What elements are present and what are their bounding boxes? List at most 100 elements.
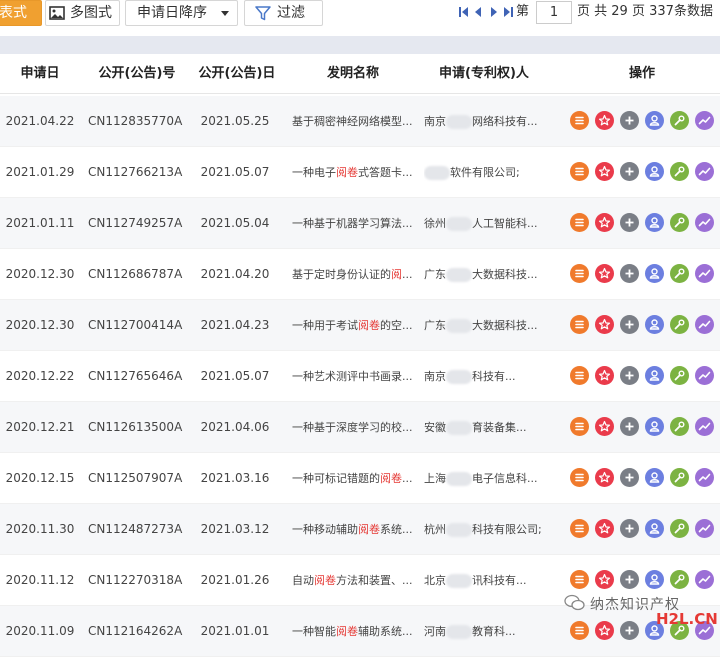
applicant[interactable]: 北京 讯科技有... [424,555,542,606]
applicant[interactable]: 软件有限公司; [424,147,542,198]
user-button[interactable] [645,264,664,283]
trend-button[interactable] [695,519,714,538]
list-button[interactable] [570,417,589,436]
list-button[interactable] [570,111,589,130]
page-number-input[interactable]: 1 [536,1,572,24]
invention-title[interactable]: 一种基于深度学习的校... [292,402,420,453]
list-button[interactable] [570,366,589,385]
applicant[interactable]: 南京 网络科技有... [424,96,542,147]
publication-number[interactable]: CN112507907A [88,453,188,504]
tool-button[interactable] [670,519,689,538]
tool-button[interactable] [670,264,689,283]
tool-button[interactable] [670,162,689,181]
table-row[interactable]: 2021.04.22 CN112835770A 2021.05.25 基于稠密神经网络… [0,96,720,147]
table-row[interactable]: 2020.12.30 CN112700414A 2021.04.23 一种用于考试阅卷… [0,300,720,351]
trend-button[interactable] [695,111,714,130]
plus-button[interactable] [620,366,639,385]
trend-button[interactable] [695,315,714,334]
tool-button[interactable] [670,468,689,487]
applicant[interactable]: 上海 电子信息科... [424,453,542,504]
tool-button[interactable] [670,111,689,130]
plus-button[interactable] [620,417,639,436]
tool-button[interactable] [670,417,689,436]
table-row[interactable]: 2020.12.15 CN112507907A 2021.03.16 一种可标记错题的… [0,453,720,504]
last-page-icon[interactable] [503,6,513,18]
header-applicant[interactable]: 申请(专利权)人 [424,54,544,94]
next-page-icon[interactable] [489,6,499,18]
invention-title[interactable]: 一种移动辅助阅卷系统... [292,504,420,555]
trend-button[interactable] [695,366,714,385]
list-button[interactable] [570,468,589,487]
list-button[interactable] [570,315,589,334]
publication-number[interactable]: CN112164262A [88,606,188,657]
prev-page-icon[interactable] [473,6,483,18]
star-button[interactable] [595,213,614,232]
trend-button[interactable] [695,264,714,283]
publication-number[interactable]: CN112613500A [88,402,188,453]
list-button[interactable] [570,264,589,283]
star-button[interactable] [595,315,614,334]
plus-button[interactable] [620,264,639,283]
plus-button[interactable] [620,162,639,181]
table-row[interactable]: 2020.11.30 CN112487273A 2021.03.12 一种移动辅助阅卷… [0,504,720,555]
star-button[interactable] [595,366,614,385]
tool-button[interactable] [670,366,689,385]
plus-button[interactable] [620,468,639,487]
invention-title[interactable]: 一种智能阅卷辅助系统... [292,606,420,657]
table-row[interactable]: 2021.01.11 CN112749257A 2021.05.04 一种基于机器学习… [0,198,720,249]
list-view-button[interactable]: 列表式 [0,0,42,26]
invention-title[interactable]: 基于定时身份认证的阅... [292,249,420,300]
invention-title[interactable]: 基于稠密神经网络模型... [292,96,420,147]
invention-title[interactable]: 一种艺术测评中书画录... [292,351,420,402]
tool-button[interactable] [670,213,689,232]
user-button[interactable] [645,570,664,589]
trend-button[interactable] [695,213,714,232]
user-button[interactable] [645,213,664,232]
header-application-date[interactable]: 申请日 [0,54,80,94]
publication-number[interactable]: CN112749257A [88,198,188,249]
trend-button[interactable] [695,417,714,436]
tool-button[interactable] [670,570,689,589]
header-publication-date[interactable]: 公开(公告)日 [190,54,284,94]
user-button[interactable] [645,417,664,436]
multi-view-button[interactable]: 多图式 [45,0,120,26]
publication-number[interactable]: CN112766213A [88,147,188,198]
publication-number[interactable]: CN112487273A [88,504,188,555]
trend-button[interactable] [695,570,714,589]
applicant[interactable]: 南京 科技有... [424,351,542,402]
plus-button[interactable] [620,519,639,538]
table-row[interactable]: 2020.12.22 CN112765646A 2021.05.07 一种艺术测评中书… [0,351,720,402]
star-button[interactable] [595,264,614,283]
plus-button[interactable] [620,315,639,334]
header-publication-number[interactable]: 公开(公告)号 [84,54,190,94]
publication-number[interactable]: CN112270318A [88,555,188,606]
invention-title[interactable]: 一种可标记错题的阅卷... [292,453,420,504]
star-button[interactable] [595,417,614,436]
plus-button[interactable] [620,570,639,589]
applicant[interactable]: 广东 大数据科技... [424,249,542,300]
applicant[interactable]: 杭州 科技有限公司; [424,504,542,555]
applicant[interactable]: 徐州 人工智能科... [424,198,542,249]
invention-title[interactable]: 一种基于机器学习算法... [292,198,420,249]
table-row[interactable]: 2020.12.21 CN112613500A 2021.04.06 一种基于深度学习… [0,402,720,453]
plus-button[interactable] [620,213,639,232]
table-row[interactable]: 2020.12.30 CN112686787A 2021.04.20 基于定时身份认证… [0,249,720,300]
invention-title[interactable]: 自动阅卷方法和装置、... [292,555,420,606]
user-button[interactable] [645,468,664,487]
star-button[interactable] [595,570,614,589]
list-button[interactable] [570,162,589,181]
trend-button[interactable] [695,468,714,487]
star-button[interactable] [595,468,614,487]
trend-button[interactable] [695,162,714,181]
list-button[interactable] [570,519,589,538]
table-row[interactable]: 2021.01.29 CN112766213A 2021.05.07 一种电子阅卷式答… [0,147,720,198]
user-button[interactable] [645,315,664,334]
applicant[interactable]: 安徽 育装备集... [424,402,542,453]
publication-number[interactable]: CN112686787A [88,249,188,300]
star-button[interactable] [595,162,614,181]
user-button[interactable] [645,366,664,385]
user-button[interactable] [645,519,664,538]
publication-number[interactable]: CN112835770A [88,96,188,147]
user-button[interactable] [645,162,664,181]
header-invention-title[interactable]: 发明名称 [296,54,410,94]
